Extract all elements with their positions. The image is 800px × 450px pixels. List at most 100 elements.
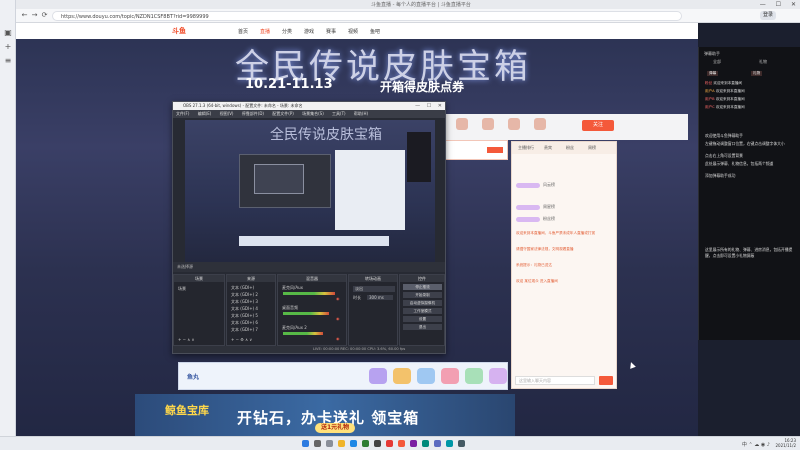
obs-menu-item[interactable]: 文件(F) [176,111,189,116]
chat-input[interactable]: 这里输入聊天内容 [515,376,595,385]
obs-titlebar[interactable]: OBS 27.1.3 (64-bit, windows) - 配置文件: 未命名… [173,102,445,110]
app-icon[interactable] [410,440,417,447]
overlay-badge[interactable]: 礼物 [751,71,763,76]
maximize-icon[interactable]: ☐ [776,1,781,8]
reload-icon[interactable]: ⟳ [40,11,49,20]
login-button[interactable]: 登录 [760,11,776,20]
obs-close-icon[interactable]: ✕ [438,103,442,109]
search-icon[interactable] [314,440,321,447]
douyu-icon[interactable] [398,440,405,447]
tool-icon[interactable] [456,118,468,130]
transitions-header: 转场动画 [349,275,397,282]
edge-icon[interactable] [350,440,357,447]
tool-icon[interactable] [534,118,546,130]
source-add-icon[interactable]: + − ⚙ ∧ ∨ [231,337,252,342]
ad-banner[interactable]: 鲸鱼宝库 开钻石，办卡送礼 领宝箱 送1元礼物 [135,394,515,436]
follow-button[interactable]: 关注 [582,120,614,131]
app-icon[interactable] [422,440,429,447]
nav-item[interactable]: 视频 [348,28,358,35]
taskbar-clock[interactable]: 16:23 2021/11/2 [775,438,796,448]
obs-menu-item[interactable]: 工具(T) [332,111,346,116]
back-icon[interactable]: ← [20,11,29,20]
gift-bar: 鱼丸 [178,362,508,390]
obs-menu-item[interactable]: 配置文件(P) [272,111,294,116]
obs-menu-item[interactable]: 帮助(H) [354,111,368,116]
source-item[interactable]: 文本 (GDI+) 7 [231,327,258,333]
app-icon[interactable] [458,440,465,447]
overlay-badge[interactable]: 弹幕 [707,71,719,76]
store-icon[interactable] [362,440,369,447]
source-item[interactable]: 文本 (GDI+) 6 [231,320,258,326]
nav-item[interactable]: 首页 [238,28,248,35]
sources-dock: 来源 文本 (GDI+) 文本 (GDI+) 2 文本 (GDI+) 3 文本 … [226,274,276,346]
gift-icon[interactable] [393,368,411,384]
source-item[interactable]: 文本 (GDI+) [231,285,254,291]
obs-menu-item[interactable]: 停靠部件(D) [242,111,264,116]
source-item[interactable]: 文本 (GDI+) 3 [231,299,258,305]
source-item[interactable]: 文本 (GDI+) 4 [231,306,258,312]
obs-menu-item[interactable]: 场景集合(S) [302,111,324,116]
obs-menu-item[interactable]: 编辑(E) [198,111,212,116]
send-button[interactable] [599,376,613,385]
nav-item[interactable]: 游戏 [304,28,314,35]
app-icon[interactable] [434,440,441,447]
duration-input[interactable]: 300 ms [367,295,393,300]
tool-icon[interactable] [508,118,520,130]
nav-item[interactable]: 分类 [282,28,292,35]
obs-menu-item[interactable]: 视图(V) [220,111,234,116]
source-item[interactable]: 文本 (GDI+) 5 [231,313,258,319]
gift-icon[interactable] [417,368,435,384]
volume-meter [283,332,323,335]
subscribe-button[interactable] [487,147,503,153]
gift-icon[interactable] [441,368,459,384]
mute-icon[interactable]: ◉ [336,336,340,341]
gift-icon[interactable] [465,368,483,384]
chat-tab[interactable]: 主播排行 [518,145,534,151]
scene-item[interactable]: 场景 [178,286,186,292]
obs-icon[interactable] [374,440,381,447]
chat-tab[interactable]: 周榜 [588,145,596,151]
minimize-icon[interactable]: — [760,1,766,8]
nav-item[interactable]: 直播 [260,28,270,35]
tab-icon[interactable]: ▣ [3,28,13,38]
address-bar-input[interactable]: https://www.douyu.com/topic/NZDN1CSF8BT?… [52,11,682,21]
settings-button[interactable]: 设置 [403,316,442,322]
collection-icon[interactable]: ≡ [3,56,13,66]
start-icon[interactable] [302,440,309,447]
taskview-icon[interactable] [326,440,333,447]
stop-stream-button[interactable]: 停止推流 [403,284,442,290]
preview-banner-title: 全民传说皮肤宝箱 [270,127,382,143]
tool-icon[interactable] [482,118,494,130]
start-record-button[interactable]: 开始录制 [403,292,442,298]
obs-minimize-icon[interactable]: — [415,103,420,109]
gift-icon[interactable] [369,368,387,384]
virtual-camera-button[interactable]: 启动虚拟摄像机 [403,300,442,306]
exit-button[interactable]: 退出 [403,324,442,330]
system-tray[interactable]: 中 ⌃ ☁ ◉ ♪ [742,441,770,448]
overlay-tab[interactable]: 全部 [713,59,721,65]
forward-icon[interactable]: → [30,11,39,20]
scene-add-icon[interactable]: + − ∧ ∨ [178,337,194,342]
add-tab-icon[interactable]: + [3,42,13,52]
app-icon[interactable] [386,440,393,447]
site-logo[interactable]: 斗鱼 [172,26,186,36]
overlay-tab[interactable]: 礼物 [759,59,767,65]
close-icon[interactable]: ✕ [791,1,796,8]
file-explorer-icon[interactable] [338,440,345,447]
app-icon[interactable] [446,440,453,447]
transition-select[interactable]: 淡出 [353,286,395,292]
mute-icon[interactable]: ◉ [336,316,340,321]
source-item[interactable]: 文本 (GDI+) 2 [231,292,258,298]
mute-icon[interactable]: ◉ [336,296,340,301]
chat-tab[interactable]: 粉丝 [566,145,574,151]
obs-preview[interactable]: 全民传说皮肤宝箱 [185,120,435,262]
nav-item[interactable]: 鱼吧 [370,28,380,35]
preview-nested-obs [239,154,331,208]
obs-maximize-icon[interactable]: ☐ [427,103,431,109]
studio-mode-button[interactable]: 工作室模式 [403,308,442,314]
nav-item[interactable]: 赛事 [326,28,336,35]
danmaku-overlay[interactable]: 弹幕助手 全部 礼物 弹幕 礼物 粉丝 欢迎来到本直播间 用户A 欢迎来到本直播… [698,47,800,340]
browser-tab-title[interactable]: 斗鱼直播 - 每个人的直播平台 | 斗鱼直播平台 [371,1,471,8]
gift-icon[interactable] [489,368,507,384]
chat-tab[interactable]: 贵宾 [544,145,552,151]
